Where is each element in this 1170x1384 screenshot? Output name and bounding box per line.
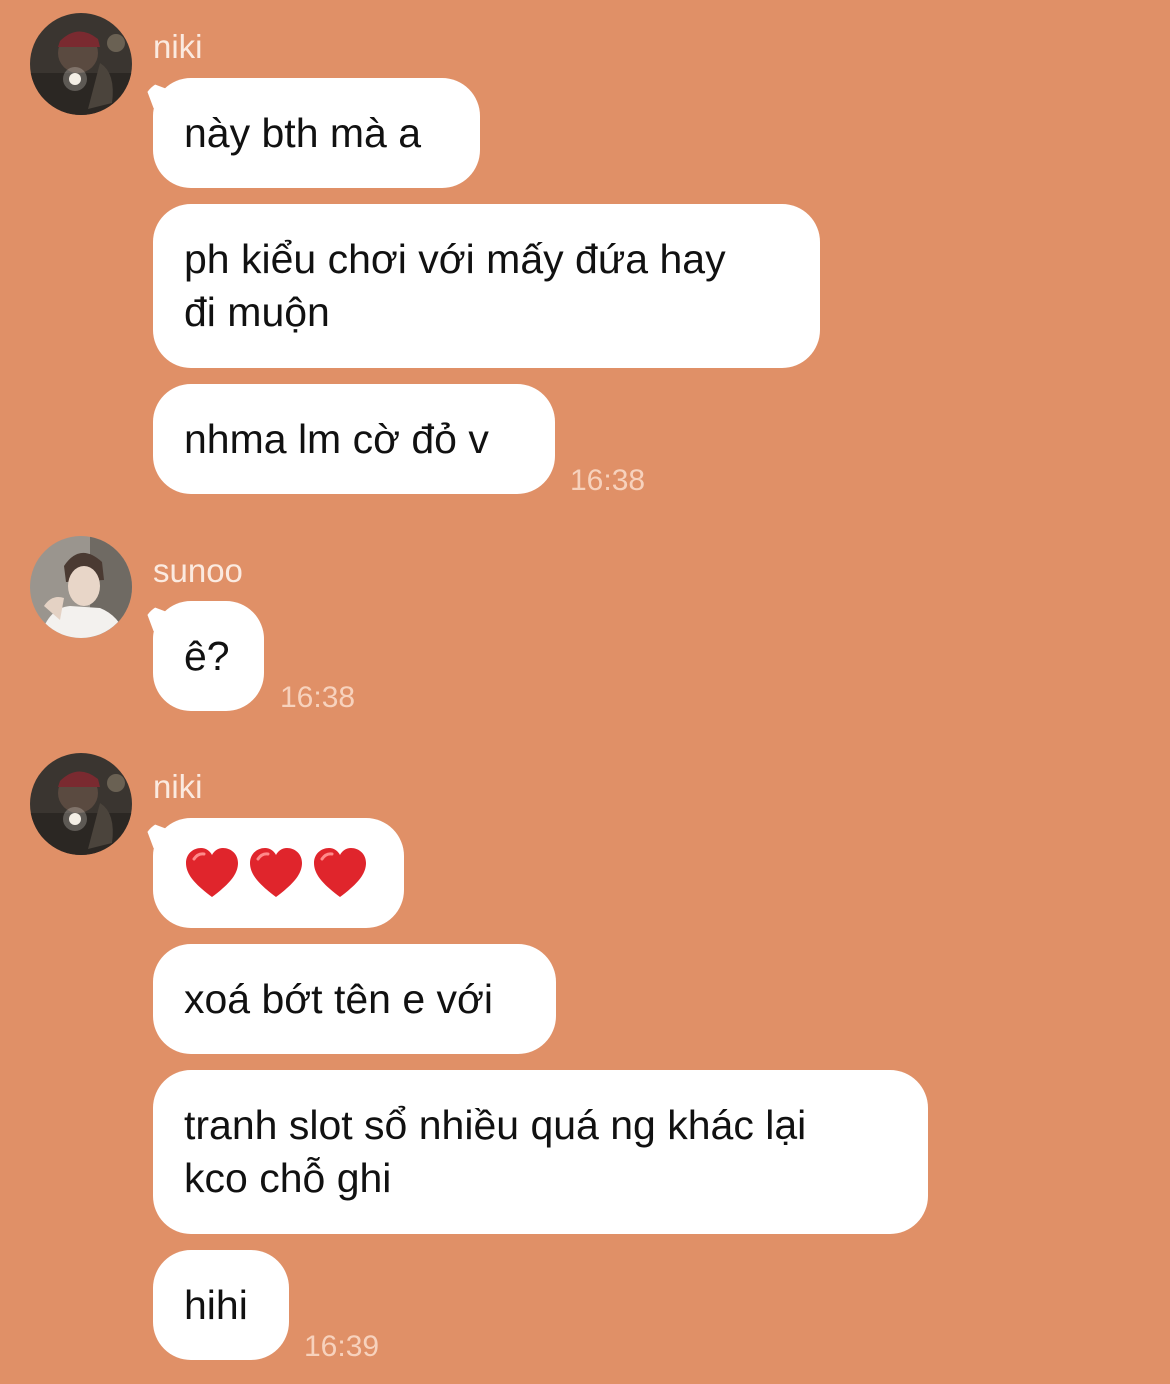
red-heart-icon	[184, 794, 240, 952]
message-timestamp: 16:39	[304, 1330, 380, 1363]
message-bubble[interactable]: xoá bớt tên e với	[153, 944, 556, 1054]
red-heart-icon	[312, 794, 368, 952]
emoji-row	[184, 794, 368, 952]
message-timestamp: 16:38	[570, 464, 646, 497]
message-bubble[interactable]: ph kiểu chơi với mấy đứa hay đi muộn	[153, 204, 820, 368]
message-timestamp: 16:38	[280, 681, 356, 714]
profile-photo-icon	[30, 13, 132, 115]
message-bubble-emoji[interactable]: ❤️❤️❤️	[153, 818, 404, 928]
message-bubble[interactable]: này bth mà a	[153, 78, 480, 188]
message-bubble[interactable]: tranh slot sổ nhiều quá ng khác lại kco …	[153, 1070, 928, 1234]
avatar-niki[interactable]	[30, 13, 132, 115]
avatar-niki[interactable]	[30, 753, 132, 855]
avatar-sunoo[interactable]	[30, 536, 132, 638]
message-bubble[interactable]: nhma lm cờ đỏ v	[153, 384, 555, 494]
sender-name: sunoo	[153, 552, 243, 589]
red-heart-icon	[248, 794, 304, 952]
message-bubble[interactable]: ê?	[153, 601, 264, 711]
chat-transcript: niki này bth mà a ph kiểu chơi với mấy đ…	[0, 0, 1170, 1384]
profile-photo-icon	[30, 536, 132, 638]
sender-name: niki	[153, 28, 203, 65]
profile-photo-icon	[30, 753, 132, 855]
message-bubble[interactable]: hihi	[153, 1250, 289, 1360]
